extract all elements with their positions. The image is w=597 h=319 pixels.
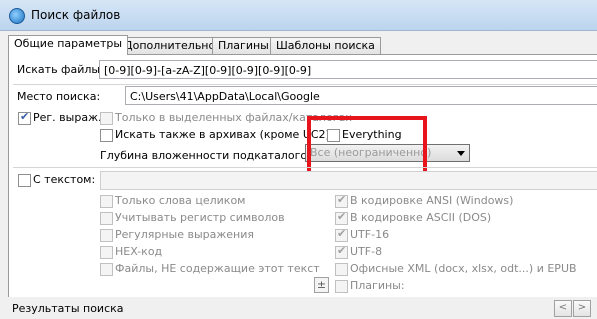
utf8-label: UTF-8 xyxy=(350,245,383,258)
office-xml-label: Офисные XML (docx, xlsx, odt...) и EPUB xyxy=(350,262,577,275)
divider xyxy=(13,167,597,168)
archives-checkbox[interactable] xyxy=(100,129,113,142)
depth-label: Глубина вложенности подкаталогов: xyxy=(100,149,318,162)
selected-only-checkbox[interactable] xyxy=(100,112,113,125)
search-dialog: Общие параметры Дополнительно Плагины Ша… xyxy=(0,31,597,319)
with-text-label: С текстом: xyxy=(33,173,96,186)
app-icon xyxy=(9,8,25,24)
chevron-down-icon xyxy=(457,151,465,156)
tab-general[interactable]: Общие параметры xyxy=(8,35,129,55)
check-mark-icon: ✔ xyxy=(20,110,30,123)
regex-label: Рег. выраж. xyxy=(33,111,102,124)
search-files-input[interactable]: [0-9][0-9]-[a-zA-Z][0-9][0-9][0-9][0-9] xyxy=(99,60,597,79)
plus-minus-button[interactable]: ± xyxy=(314,277,329,293)
text-regex-label: Регулярные выражения xyxy=(115,228,254,241)
divider xyxy=(13,84,597,85)
check-mark-icon: ✔ xyxy=(337,193,347,206)
general-panel: Искать файлы: [0-9][0-9]-[a-zA-Z][0-9][0… xyxy=(8,54,597,299)
utf8-checkbox[interactable]: ✔ xyxy=(335,244,348,259)
search-location-label: Место поиска: xyxy=(17,90,101,103)
whole-words-label: Только слова целиком xyxy=(115,194,246,207)
regex-checkbox[interactable]: ✔ xyxy=(18,110,31,125)
text-input[interactable] xyxy=(100,171,597,190)
utf16-label: UTF-16 xyxy=(350,228,390,241)
ansi-checkbox[interactable]: ✔ xyxy=(335,193,348,208)
ansi-label: В кодировке ANSI (Windows) xyxy=(350,194,514,207)
ascii-label: В кодировке ASCII (DOS) xyxy=(350,211,492,224)
case-sensitive-checkbox[interactable] xyxy=(100,212,113,225)
whole-words-checkbox[interactable] xyxy=(100,195,113,208)
status-bar: Результаты поиска < > xyxy=(0,297,597,319)
tab-plugins[interactable]: Плагины xyxy=(212,37,275,54)
scroll-left-button[interactable]: < xyxy=(554,300,572,317)
archives-label: Искать также в архивах (кроме UC2) xyxy=(115,128,330,141)
window-title: Поиск файлов xyxy=(31,8,121,22)
hex-checkbox[interactable] xyxy=(100,246,113,259)
text-regex-checkbox[interactable] xyxy=(100,229,113,242)
title-bar: Поиск файлов xyxy=(0,0,597,31)
utf16-checkbox[interactable]: ✔ xyxy=(335,227,348,242)
with-text-checkbox[interactable] xyxy=(18,174,31,187)
not-containing-label: Файлы, НЕ содержащие этот текст xyxy=(115,262,320,275)
scroll-right-button[interactable]: > xyxy=(573,300,591,317)
tab-search-templates[interactable]: Шаблоны поиска xyxy=(270,37,381,54)
case-sensitive-label: Учитывать регистр символов xyxy=(115,211,285,224)
check-mark-icon: ✔ xyxy=(337,244,347,257)
plugins-label: Плагины: xyxy=(350,279,405,292)
office-xml-checkbox[interactable] xyxy=(335,263,348,276)
not-containing-checkbox[interactable] xyxy=(100,263,113,276)
search-location-input[interactable]: C:\Users\41\AppData\Local\Google xyxy=(125,86,597,105)
results-label: Результаты поиска xyxy=(12,302,124,315)
tab-advanced[interactable]: Дополнительно xyxy=(118,37,222,54)
ascii-checkbox[interactable]: ✔ xyxy=(335,210,348,225)
search-files-label: Искать файлы: xyxy=(17,63,104,76)
check-mark-icon: ✔ xyxy=(337,210,347,223)
plugins-checkbox[interactable] xyxy=(335,280,348,293)
hex-label: HEX-код xyxy=(115,245,163,258)
check-mark-icon: ✔ xyxy=(337,227,347,240)
